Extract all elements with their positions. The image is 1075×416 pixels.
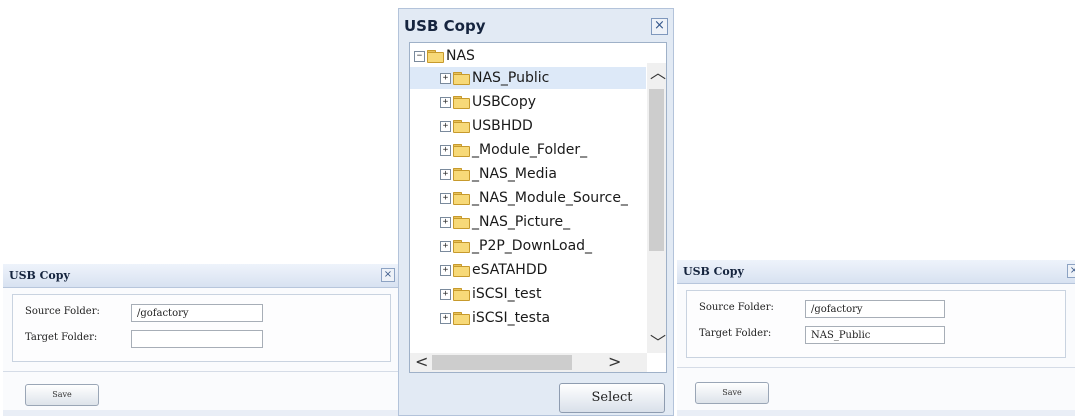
dialog-title: USB Copy [9,269,70,282]
chevron-left-icon[interactable]: < [415,354,428,370]
dialog-title: USB Copy [404,17,486,35]
chevron-down-icon[interactable]: ﹀ [650,335,666,351]
source-folder-label: Source Folder: [25,306,100,317]
tree-item-label: _Module_Folder_ [472,142,588,158]
folder-icon [453,144,470,157]
usb-copy-dialog-right: USB Copy × Source Folder: /gofactory Tar… [677,260,1075,416]
folder-form: Source Folder: /gofactory Target Folder:… [686,290,1066,358]
expand-icon[interactable]: + [440,264,451,276]
folder-icon [427,50,444,63]
tree-item[interactable]: + USBHDD [410,115,646,137]
expand-icon[interactable]: + [440,192,451,204]
folder-browser-dialog: USB Copy × − NAS + NAS_Public + USBCopy + USB… [398,8,674,416]
dialog-header: USB Copy × [3,264,400,288]
expand-icon[interactable]: + [440,288,451,300]
folder-form: Source Folder: /gofactory Target Folder: [12,294,391,362]
target-folder-label: Target Folder: [25,332,98,343]
tree-item-label: iSCSI_test [472,286,542,302]
dialog-footer [677,410,1075,416]
tree-item[interactable]: + _Module_Folder_ [410,139,646,161]
tree-item[interactable]: + _NAS_Module_Source_ [410,187,646,209]
tree-item-label: eSATAHDD [472,262,548,278]
tree-item-label: _NAS_Picture_ [472,214,571,230]
expand-icon[interactable]: + [440,120,451,132]
tree-item[interactable]: + USBCopy [410,91,646,113]
save-button[interactable]: Save [25,384,99,406]
save-button[interactable]: Save [695,382,769,404]
tree-item-label: _P2P_DownLoad_ [472,238,593,254]
tree-node-label: NAS [446,48,475,64]
folder-icon [453,288,470,301]
tree-item-label: USBCopy [472,94,537,110]
folder-icon [453,312,470,325]
chevron-up-icon[interactable]: ︿ [650,65,666,81]
vertical-scrollbar[interactable]: ︿ ﹀ [647,63,666,353]
target-folder-field[interactable] [131,330,263,348]
folder-tree[interactable]: − NAS + NAS_Public + USBCopy + USBHDD + _Module… [409,42,667,373]
folder-icon [453,240,470,253]
target-folder-field[interactable]: NAS_Public [805,326,945,344]
tree-item[interactable]: + iSCSI_test [410,283,646,305]
expand-icon[interactable]: + [440,144,451,156]
folder-icon [453,72,470,85]
tree-item-label: _NAS_Media [472,166,557,182]
tree-item-label: NAS_Public [472,70,550,86]
expand-icon[interactable]: + [440,312,451,324]
source-folder-label: Source Folder: [699,302,774,313]
dialog-header: USB Copy × [677,260,1075,284]
tree-item[interactable]: + NAS_Public [410,67,646,89]
expand-icon[interactable]: + [440,216,451,228]
tree-item[interactable]: + _P2P_DownLoad_ [410,235,646,257]
tree-item[interactable]: + eSATAHDD [410,259,646,281]
close-icon[interactable]: × [381,268,395,282]
tree-root-nas[interactable]: − NAS [414,45,475,67]
close-icon[interactable]: × [1067,264,1075,278]
usb-copy-dialog-left: USB Copy × Source Folder: /gofactory Tar… [3,264,400,416]
tree-item[interactable]: + _NAS_Media [410,163,646,185]
collapse-icon[interactable]: − [414,50,425,62]
expand-icon[interactable]: + [440,168,451,180]
target-folder-label: Target Folder: [699,328,772,339]
tree-item-label: USBHDD [472,118,533,134]
close-icon[interactable]: × [651,18,668,35]
dialog-title: USB Copy [683,265,744,278]
scrollbar-thumb[interactable] [649,89,664,251]
select-button[interactable]: Select [559,383,665,413]
folder-icon [453,168,470,181]
source-folder-field[interactable]: /gofactory [131,304,263,322]
tree-item[interactable]: + iSCSI_testa [410,307,646,329]
divider [3,371,400,372]
expand-icon[interactable]: + [440,240,451,252]
folder-icon [453,96,470,109]
folder-icon [453,192,470,205]
tree-item-label: iSCSI_testa [472,310,551,326]
tree-item-label: _NAS_Module_Source_ [472,190,628,206]
dialog-footer [3,410,400,416]
divider [677,367,1075,368]
horizontal-scrollbar[interactable]: < > [410,353,647,372]
folder-icon [453,264,470,277]
folder-icon [453,120,470,133]
tree-item[interactable]: + _NAS_Picture_ [410,211,646,233]
source-folder-field[interactable]: /gofactory [805,300,945,318]
scrollbar-thumb[interactable] [432,355,572,370]
folder-icon [453,216,470,229]
expand-icon[interactable]: + [440,72,451,84]
chevron-right-icon[interactable]: > [608,354,621,370]
expand-icon[interactable]: + [440,96,451,108]
